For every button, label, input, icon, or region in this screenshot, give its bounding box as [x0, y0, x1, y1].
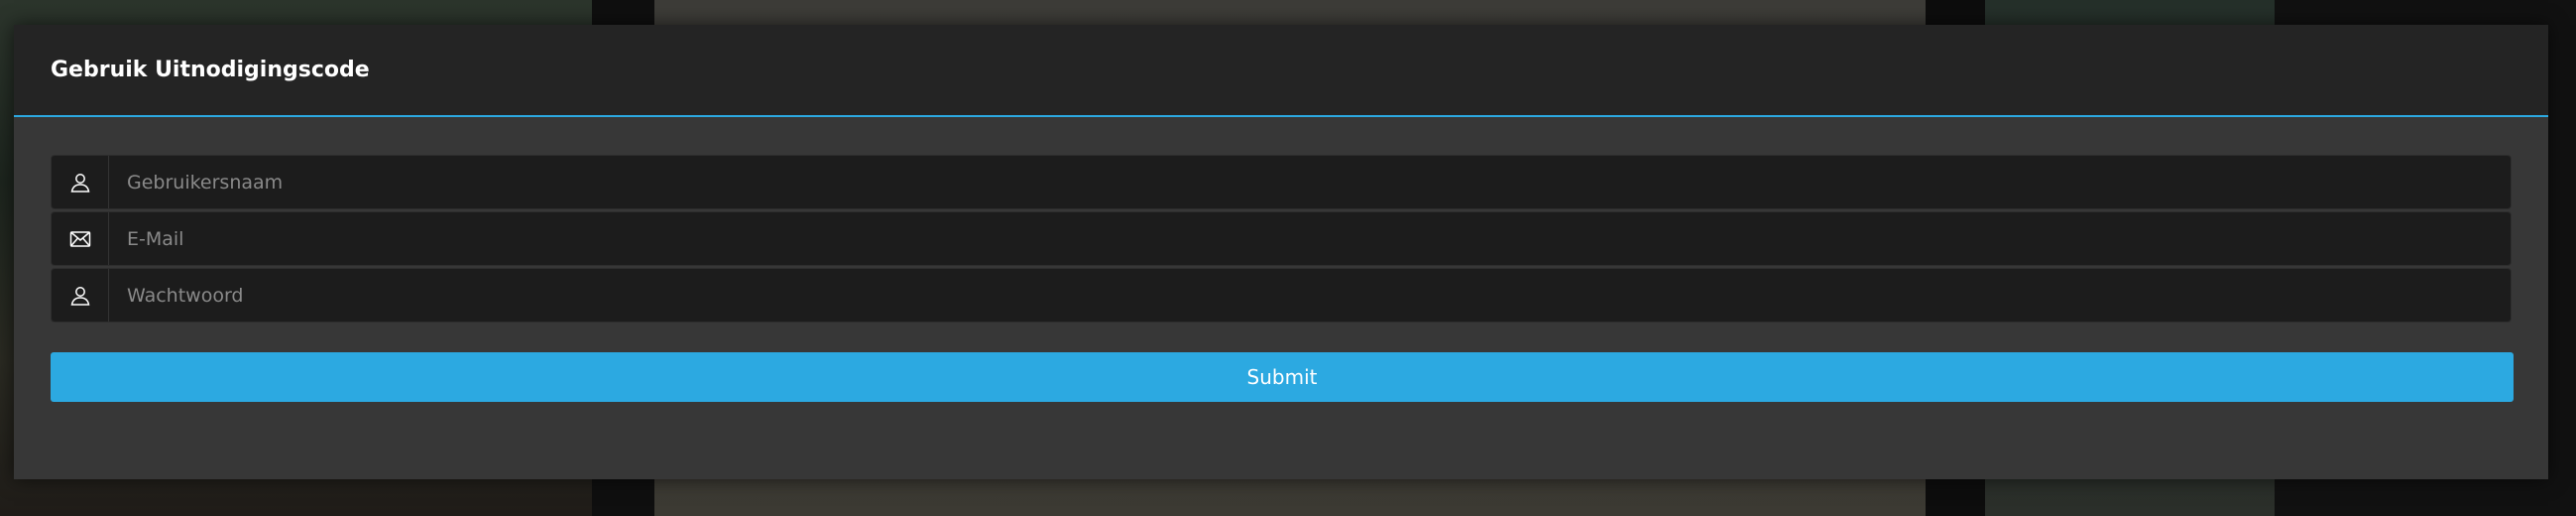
- modal-header: Gebruik Uitnodigingscode: [14, 25, 2548, 117]
- user-icon: [52, 269, 109, 322]
- user-icon: [52, 156, 109, 208]
- mail-icon: [52, 212, 109, 265]
- email-input[interactable]: [109, 212, 2511, 265]
- password-field: [51, 268, 2512, 322]
- modal-title: Gebruik Uitnodigingscode: [51, 58, 370, 82]
- email-field: [51, 211, 2512, 266]
- username-input[interactable]: [109, 156, 2511, 208]
- password-input[interactable]: [109, 269, 2511, 322]
- invite-code-modal: Gebruik Uitnodigingscode Gebruikersnaam …: [14, 25, 2548, 479]
- username-field: [51, 155, 2512, 209]
- submit-button[interactable]: Submit: [51, 352, 2514, 402]
- modal-body: Submit: [14, 117, 2548, 402]
